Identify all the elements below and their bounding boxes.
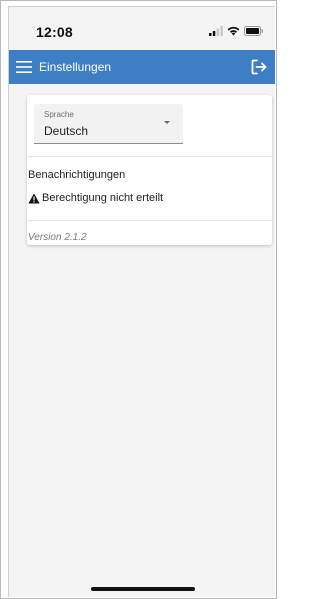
language-select-value: Deutsch	[44, 124, 89, 138]
language-select[interactable]: Sprache Deutsch	[34, 104, 183, 144]
logout-icon[interactable]	[249, 57, 269, 77]
app-bar: Einstellungen	[9, 50, 275, 84]
home-indicator[interactable]	[91, 587, 195, 591]
page-title: Einstellungen	[39, 60, 112, 74]
hamburger-menu-icon[interactable]	[15, 58, 33, 76]
notifications-title: Benachrichtigungen	[28, 169, 126, 181]
notification-permission-status: Berechtigung nicht erteilt	[28, 192, 163, 204]
status-time: 12:08	[36, 24, 73, 40]
status-bar: 12:08	[9, 7, 275, 50]
divider	[27, 156, 272, 157]
divider	[27, 220, 272, 221]
phone-screen: 12:08 Einstellungen Sprache Deutsch Bena…	[9, 7, 275, 597]
language-select-label: Sprache	[44, 110, 74, 119]
warning-icon	[28, 193, 40, 203]
caret-down-icon	[164, 121, 170, 124]
battery-icon	[244, 26, 263, 36]
permission-status-text: Berechtigung nicht erteilt	[42, 192, 164, 204]
status-icons	[209, 25, 264, 37]
version-text: Version 2.1.2	[28, 232, 87, 243]
wifi-icon	[227, 26, 240, 36]
settings-card: Sprache Deutsch Benachrichtigungen Berec…	[27, 95, 272, 245]
signal-icon	[209, 26, 223, 36]
